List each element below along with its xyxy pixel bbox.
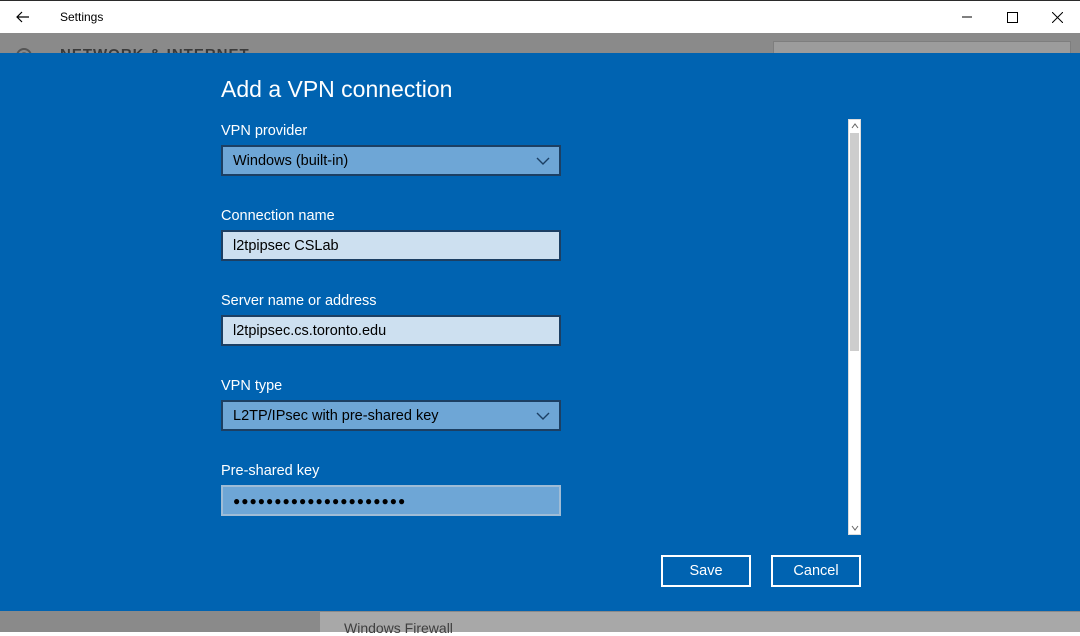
window-title: Settings [60, 10, 104, 24]
chevron-down-icon [536, 412, 550, 420]
psk-field[interactable]: ●●●●●●●●●●●●●●●●●●●●● [221, 485, 561, 516]
vpn-provider-value: Windows (built-in) [233, 152, 349, 169]
close-icon [1051, 11, 1063, 23]
title-bar: Settings [0, 0, 1080, 33]
maximize-button[interactable] [989, 3, 1035, 31]
psk-value: ●●●●●●●●●●●●●●●●●●●●● [233, 493, 407, 508]
chevron-down-icon [851, 525, 858, 531]
firewall-label: Windows Firewall [344, 620, 453, 636]
server-label: Server name or address [221, 293, 377, 309]
vpn-type-label: VPN type [221, 378, 283, 394]
close-button[interactable] [1034, 3, 1080, 31]
psk-label: Pre-shared key [221, 463, 320, 479]
chevron-up-icon [851, 123, 858, 129]
maximize-icon [1006, 11, 1018, 23]
firewall-list-item[interactable]: Windows Firewall [320, 612, 1080, 636]
vpn-dialog: Add a VPN connection VPN provider Window… [0, 53, 1080, 611]
connection-name-field[interactable]: l2tpipsec CSLab [221, 230, 561, 261]
minimize-button[interactable] [944, 3, 990, 31]
vpn-provider-label: VPN provider [221, 123, 308, 139]
scroll-up-button[interactable] [849, 120, 860, 132]
scroll-down-button[interactable] [849, 522, 860, 534]
server-field[interactable]: l2tpipsec.cs.toronto.edu [221, 315, 561, 346]
save-button[interactable]: Save [661, 555, 751, 587]
chevron-down-icon [536, 157, 550, 165]
cancel-button[interactable]: Cancel [771, 555, 861, 587]
server-value: l2tpipsec.cs.toronto.edu [233, 322, 387, 339]
back-button[interactable] [10, 5, 36, 29]
back-arrow-icon [16, 11, 29, 23]
connection-name-value: l2tpipsec CSLab [233, 237, 339, 254]
dialog-title: Add a VPN connection [221, 76, 453, 102]
vpn-type-select[interactable]: L2TP/IPsec with pre-shared key [221, 400, 561, 431]
minimize-icon [962, 16, 972, 18]
connection-name-label: Connection name [221, 208, 335, 224]
dialog-scrollbar[interactable] [848, 119, 861, 535]
scroll-thumb[interactable] [850, 133, 859, 351]
vpn-provider-select[interactable]: Windows (built-in) [221, 145, 561, 176]
vpn-type-value: L2TP/IPsec with pre-shared key [233, 407, 439, 424]
